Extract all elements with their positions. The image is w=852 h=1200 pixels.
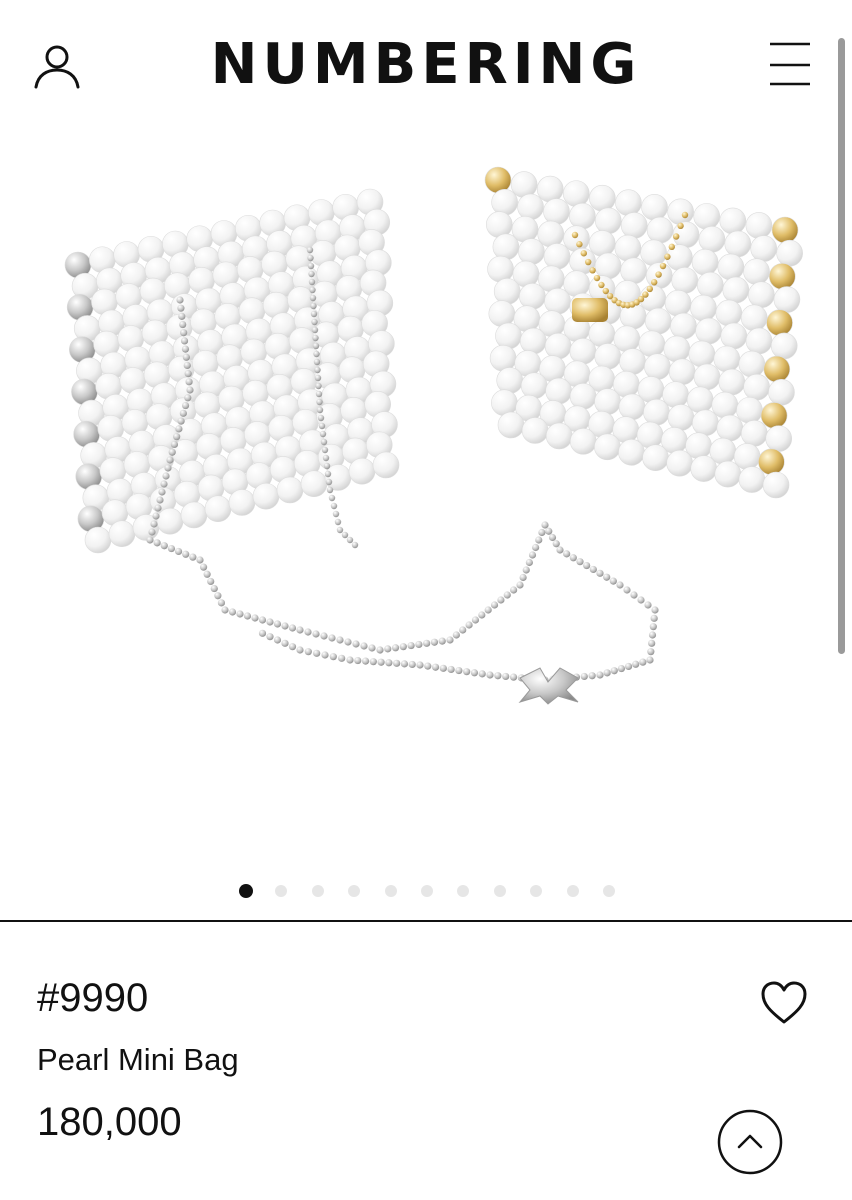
section-divider [0, 920, 852, 922]
gallery-dot[interactable] [385, 885, 397, 897]
gallery-dot[interactable] [239, 884, 253, 898]
product-image-gallery[interactable] [0, 130, 852, 870]
hamburger-menu-icon [770, 42, 810, 86]
gallery-dot[interactable] [603, 885, 615, 897]
pearl-mini-bag-photo [64, 166, 803, 705]
menu-button[interactable] [764, 38, 816, 92]
gallery-dot[interactable] [457, 885, 469, 897]
product-price: 180,000 [37, 1100, 182, 1144]
gallery-dot[interactable] [421, 885, 433, 897]
product-name: Pearl Mini Bag [37, 1042, 239, 1077]
brand-logo[interactable]: NUMBERING [0, 32, 852, 97]
gallery-dot[interactable] [530, 885, 542, 897]
gallery-dot[interactable] [275, 885, 287, 897]
gallery-dot[interactable] [567, 885, 579, 897]
gallery-dot[interactable] [312, 885, 324, 897]
product-number: #9990 [37, 976, 149, 1020]
top-header: NUMBERING [0, 0, 852, 130]
gallery-dot[interactable] [494, 885, 506, 897]
gallery-dot[interactable] [348, 885, 360, 897]
heart-icon [761, 981, 807, 1024]
wishlist-button[interactable] [758, 978, 810, 1028]
scroll-to-top-button[interactable] [716, 1108, 784, 1176]
chevron-up-icon [717, 1109, 783, 1175]
gallery-pagination [0, 883, 852, 903]
